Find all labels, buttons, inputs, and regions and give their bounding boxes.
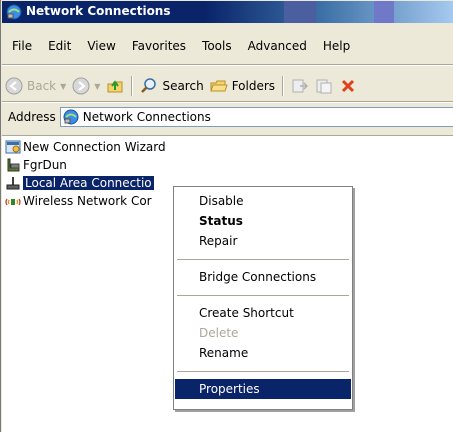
address-bar: Address Network Connections bbox=[2, 106, 453, 128]
address-field[interactable]: Network Connections bbox=[59, 107, 453, 127]
menu-item-rename[interactable]: Rename bbox=[175, 343, 351, 363]
title-bar[interactable]: Network Connections bbox=[2, 1, 453, 23]
back-arrow-icon bbox=[5, 77, 23, 95]
wizard-icon bbox=[5, 140, 21, 154]
menu-edit[interactable]: Edit bbox=[40, 36, 79, 56]
menu-advanced[interactable]: Advanced bbox=[240, 36, 315, 56]
copy-to-icon bbox=[316, 79, 332, 94]
list-item-label: Local Area Connectio bbox=[23, 176, 154, 190]
menu-item-delete: Delete bbox=[199, 326, 239, 340]
menu-bar: File Edit View Favorites Tools Advanced … bbox=[2, 36, 453, 56]
lan-icon bbox=[6, 177, 20, 190]
menu-item-create-shortcut[interactable]: Create Shortcut bbox=[175, 303, 351, 323]
address-label: Address bbox=[8, 110, 56, 124]
folders-label: Folders bbox=[231, 79, 276, 93]
folders-icon bbox=[209, 80, 228, 92]
forward-button[interactable]: ▼ bbox=[69, 75, 103, 97]
network-connections-icon bbox=[6, 4, 22, 20]
move-to-button[interactable] bbox=[288, 75, 312, 97]
delete-x-icon bbox=[341, 79, 355, 93]
back-label: Back bbox=[27, 79, 57, 93]
copy-to-button[interactable] bbox=[312, 75, 336, 97]
toolbar-separator bbox=[282, 76, 285, 96]
toolbar: Back ▼ ▼ Search Folders bbox=[2, 73, 453, 99]
back-dropdown-icon[interactable]: ▼ bbox=[60, 82, 66, 91]
menu-item-repair[interactable]: Repair bbox=[175, 231, 351, 251]
delete-button[interactable] bbox=[336, 75, 360, 97]
network-connections-icon bbox=[63, 109, 79, 125]
context-menu: Disable Status Repair Bridge Connections… bbox=[173, 186, 353, 410]
menu-item-properties[interactable]: Properties bbox=[175, 379, 351, 399]
list-item-label: New Connection Wizard bbox=[23, 140, 166, 154]
move-to-icon bbox=[292, 79, 309, 93]
title-bar-decoration bbox=[224, 1, 453, 23]
forward-arrow-icon bbox=[72, 77, 90, 95]
back-button[interactable]: Back ▼ bbox=[2, 75, 69, 97]
search-button[interactable]: Search bbox=[137, 75, 206, 97]
wireless-icon bbox=[5, 198, 21, 206]
address-value: Network Connections bbox=[82, 110, 211, 124]
list-item-local-area-connection[interactable]: Local Area Connectio bbox=[5, 175, 154, 191]
search-label: Search bbox=[162, 79, 204, 93]
menu-separator bbox=[177, 259, 349, 260]
forward-dropdown-icon[interactable]: ▼ bbox=[94, 82, 100, 91]
menu-item-status[interactable]: Status bbox=[175, 211, 351, 231]
dialup-icon bbox=[7, 158, 20, 172]
menu-tools[interactable]: Tools bbox=[194, 36, 240, 56]
menubar-divider bbox=[2, 64, 453, 66]
menu-view[interactable]: View bbox=[79, 36, 123, 56]
list-item-label: FgrDun bbox=[23, 158, 67, 172]
toolbar-separator bbox=[131, 76, 134, 96]
explorer-window: Network Connections File Edit View Favor… bbox=[0, 0, 453, 433]
menu-separator bbox=[177, 295, 349, 296]
folders-button[interactable]: Folders bbox=[207, 75, 278, 97]
menu-favorites[interactable]: Favorites bbox=[124, 36, 194, 56]
menu-file[interactable]: File bbox=[2, 36, 40, 56]
up-folder-button[interactable] bbox=[103, 75, 127, 97]
search-icon bbox=[141, 78, 157, 93]
list-item-fgrdun[interactable]: FgrDun bbox=[5, 157, 67, 173]
list-item-wireless-network-connection[interactable]: Wireless Network Cor bbox=[5, 193, 152, 209]
window-title: Network Connections bbox=[26, 4, 171, 18]
menu-item-disable[interactable]: Disable bbox=[175, 191, 351, 211]
menu-item-bridge-connections[interactable]: Bridge Connections bbox=[175, 267, 351, 287]
toolbar-divider bbox=[2, 101, 453, 103]
menu-separator bbox=[177, 371, 349, 372]
list-item-new-connection-wizard[interactable]: New Connection Wizard bbox=[5, 139, 166, 155]
menu-help[interactable]: Help bbox=[315, 36, 358, 56]
up-folder-icon bbox=[107, 80, 123, 93]
list-item-label: Wireless Network Cor bbox=[23, 194, 152, 208]
